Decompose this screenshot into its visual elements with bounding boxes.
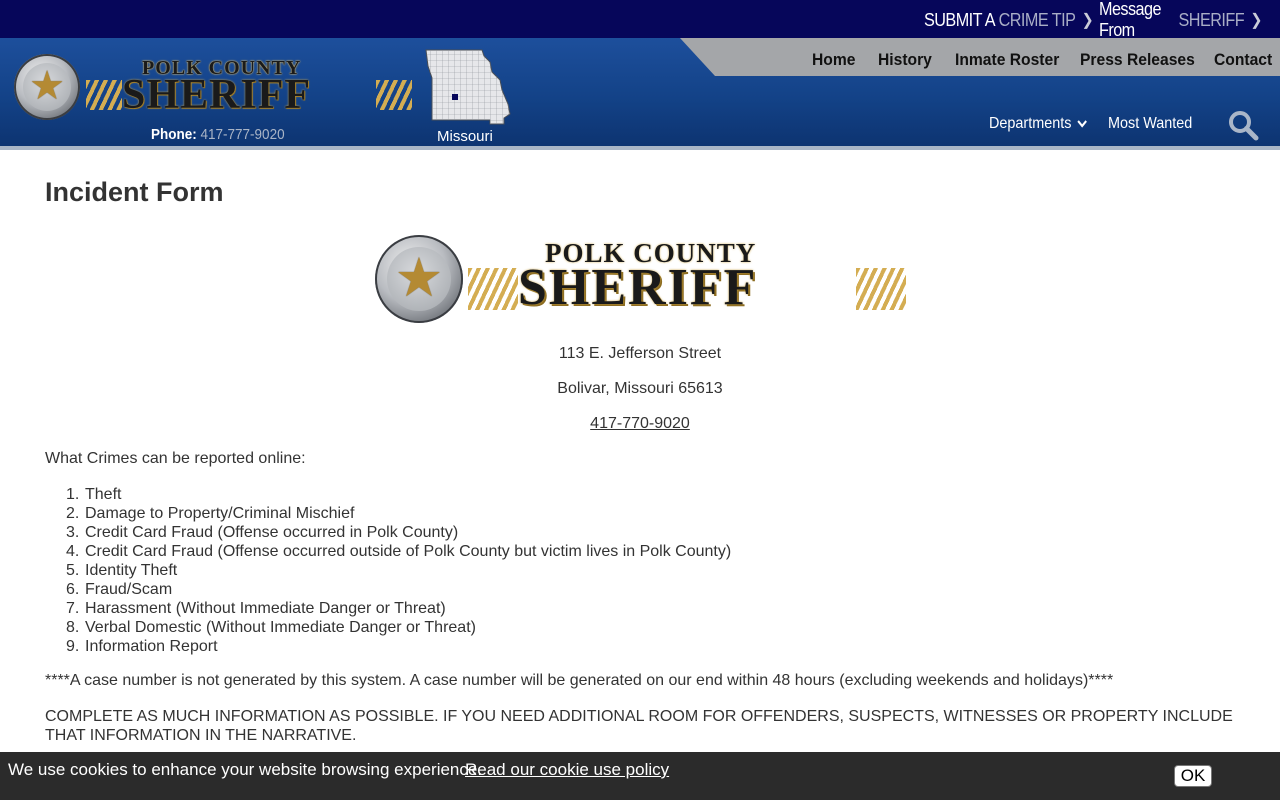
star-badge-icon: ★ [375, 235, 463, 323]
complete-info-notice: COMPLETE AS MUCH INFORMATION AS POSSIBLE… [45, 708, 1233, 744]
cookie-ok-button[interactable]: OK [1174, 765, 1212, 787]
logo-stripes-right [376, 80, 412, 110]
list-item: 5. Identity Theft [66, 562, 178, 579]
page-title: Incident Form [45, 177, 224, 207]
list-item: 9. Information Report [66, 638, 218, 655]
phone-label: Phone: [151, 126, 197, 143]
list-item: 3. Credit Card Fraud (Offense occurred in… [66, 524, 459, 541]
logo-sheriff-word: SHERIFF [518, 259, 758, 316]
list-item: 4. Credit Card Fraud (Offense occurred ou… [66, 543, 732, 560]
nav-departments-label: Departments [989, 115, 1072, 132]
message-from-sheriff-link[interactable]: Message From SHERIFF ❯ [1099, 0, 1262, 40]
nav-most-wanted[interactable]: Most Wanted [1108, 115, 1192, 133]
nav-home[interactable]: Home [812, 50, 855, 70]
search-icon[interactable] [1227, 109, 1259, 141]
crime-tip-accent: CRIME TIP [998, 9, 1076, 30]
list-item: 2. Damage to Property/Criminal Mischief [66, 505, 355, 522]
address-city: Bolivar, Missouri 65613 [557, 380, 723, 397]
list-item: 1. Theft [66, 486, 122, 503]
contact-phone-link[interactable]: 417-770-9020 [590, 415, 690, 432]
chevron-right-icon: ❯ [1081, 12, 1094, 29]
address-street: 113 E. Jefferson Street [558, 345, 722, 362]
list-item: 8. Verbal Domestic (Without Immediate Dan… [66, 619, 476, 636]
nav-history[interactable]: History [878, 50, 932, 70]
logo-sheriff-word: SHERIFF [122, 72, 312, 118]
phone-number[interactable]: 417-777-9020 [201, 126, 285, 143]
crimes-intro: What Crimes can be reported online: [45, 450, 306, 467]
nav-press-releases[interactable]: Press Releases [1080, 50, 1195, 70]
message-lead: Message From [1099, 0, 1162, 40]
logo-stripes-left [468, 268, 518, 310]
crime-tip-lead: SUBMIT A [924, 9, 996, 30]
message-accent: SHERIFF [1178, 9, 1245, 30]
cookie-message: We use cookies to enhance your website b… [8, 760, 483, 779]
nav-inmate-roster[interactable]: Inmate Roster [955, 50, 1059, 70]
submit-crime-tip-link[interactable]: SUBMIT A CRIME TIP ❯ [924, 8, 1094, 32]
star-badge-icon: ★ [14, 54, 80, 120]
header-divider [0, 146, 1280, 150]
chevron-right-icon: ❯ [1250, 12, 1262, 29]
list-item: 7. Harassment (Without Immediate Danger o… [66, 600, 446, 617]
chevron-down-icon [1077, 120, 1087, 128]
logo-stripes-right [856, 268, 906, 310]
cookie-trailing: . [662, 760, 667, 779]
missouri-map-icon [425, 49, 511, 125]
crime-list: 1. Theft 2. Damage to Property/Criminal Mi… [66, 485, 731, 656]
cookie-policy-link[interactable]: Read our cookie use policy [465, 760, 669, 780]
header-phone: Phone: 417-777-9020 [151, 126, 285, 143]
nav-departments-dropdown[interactable]: Departments [989, 115, 1087, 133]
contact-phone: 417-770-9020 [0, 415, 1280, 433]
list-item: 6. Fraud/Scam [66, 581, 173, 598]
top-utility-bar: SUBMIT A CRIME TIP ❯ Message From SHERIF… [0, 0, 1280, 40]
case-number-notice: ****A case number is not generated by th… [45, 672, 1114, 689]
nav-contact[interactable]: Contact [1214, 50, 1272, 70]
state-label: Missouri [437, 128, 493, 145]
logo-stripes-left [86, 80, 122, 110]
